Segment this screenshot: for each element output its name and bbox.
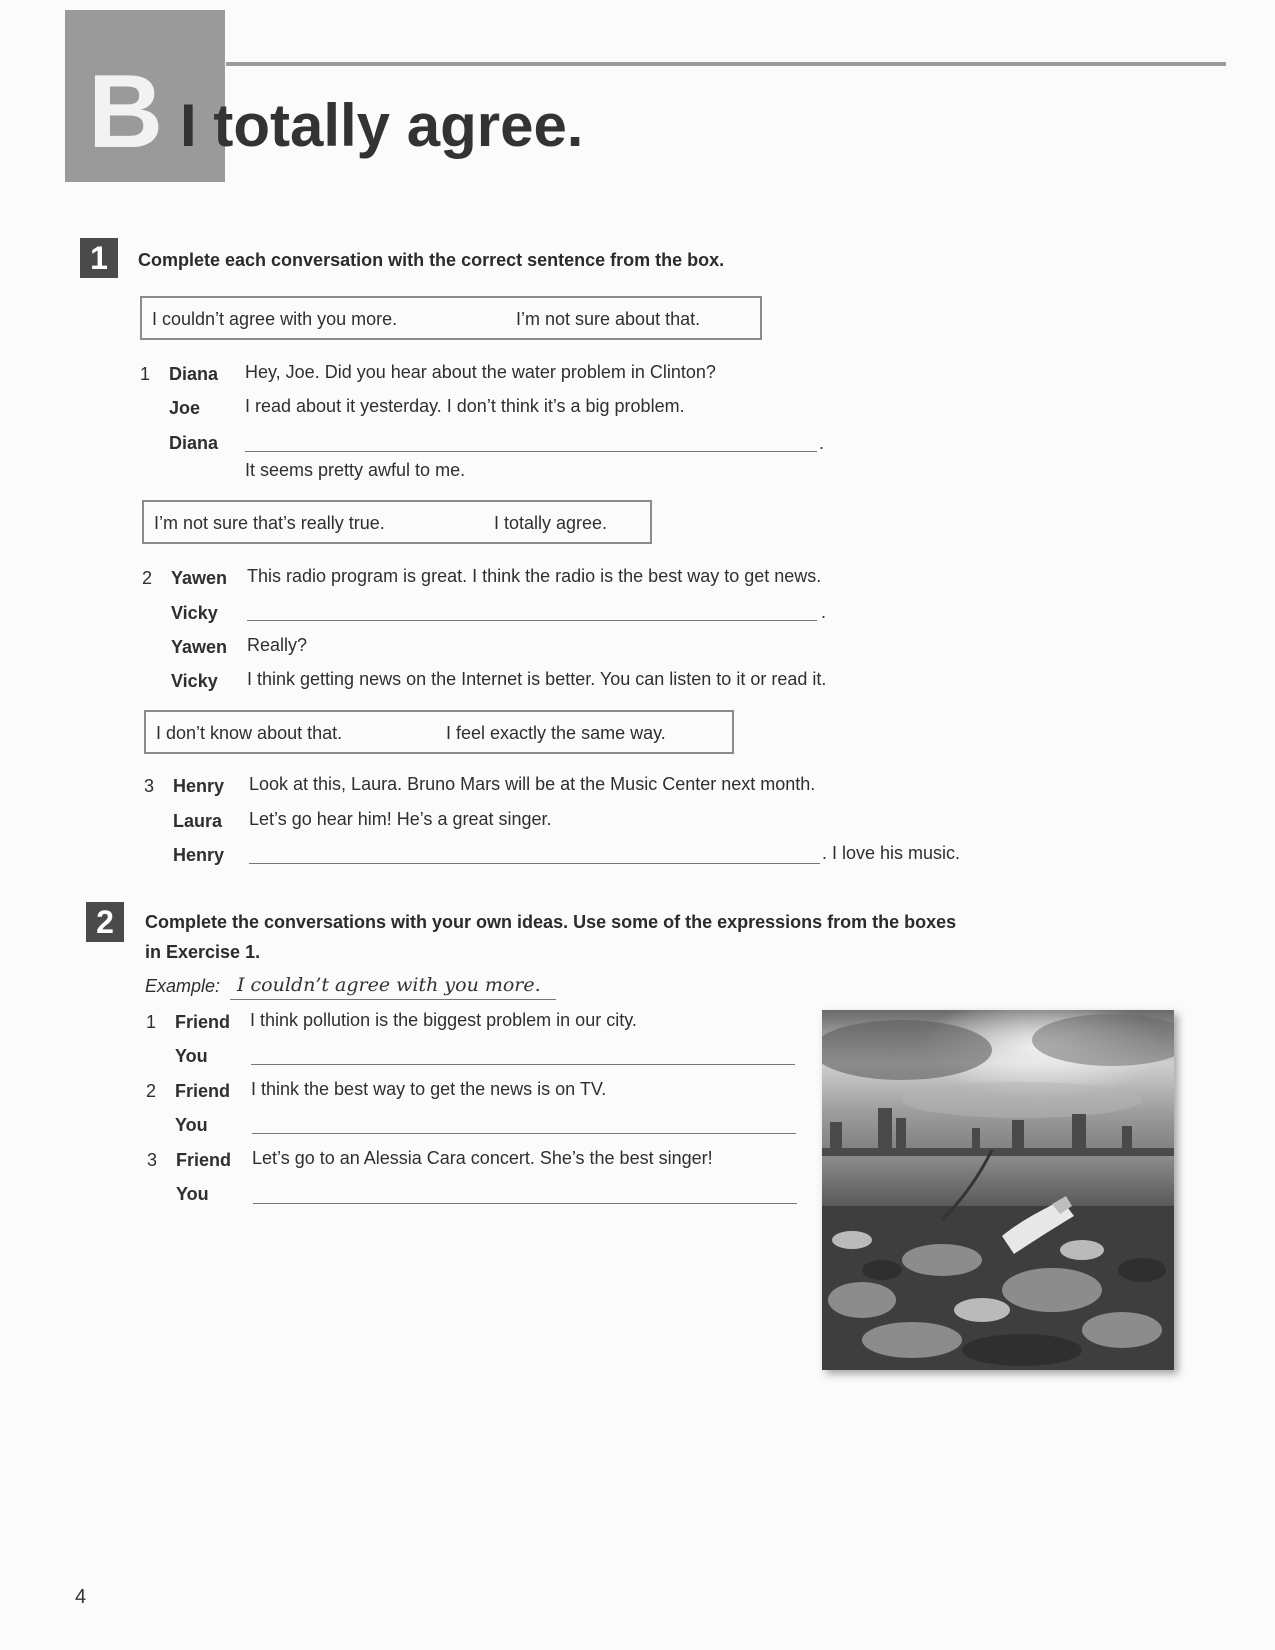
- example-answer: I couldn’t agree with you more.: [237, 974, 541, 996]
- dialogue-line: Let’s go hear him! He’s a great singer.: [249, 809, 552, 829]
- speaker-name: Yawen: [171, 637, 228, 657]
- conversation-number: 2: [142, 568, 153, 588]
- box-2-option-2: I totally agree.: [494, 513, 608, 533]
- dialogue-line: I think pollution is the biggest problem…: [250, 1010, 637, 1030]
- answer-blank[interactable]: [245, 451, 817, 452]
- speaker-name: Henry: [173, 845, 225, 865]
- word-box-1: I couldn’t agree with you more. I’m not …: [140, 296, 762, 340]
- box-3-option-1: I don’t know about that.: [156, 723, 343, 743]
- dialogue-line: I read about it yesterday. I don’t think…: [245, 396, 685, 416]
- answer-blank[interactable]: [249, 863, 820, 864]
- item-number: 2: [146, 1081, 157, 1101]
- conversation-number: 3: [144, 776, 155, 796]
- conversation-number: 1: [140, 364, 151, 384]
- unit-letter: B: [88, 54, 163, 170]
- speaker-name: Diana: [169, 364, 219, 384]
- item-number: 3: [147, 1150, 158, 1170]
- dialogue-line: Really?: [247, 635, 308, 655]
- exercise-2-instruction-cont: in Exercise 1.: [145, 942, 261, 962]
- blank-suffix: . I love his music.: [822, 843, 961, 863]
- speaker-name: Henry: [173, 776, 225, 796]
- dialogue-line: This radio program is great. I think the…: [247, 566, 822, 586]
- page-number: 4: [75, 1586, 87, 1608]
- example-label: Example:: [145, 976, 221, 996]
- dialogue-line: Let’s go to an Alessia Cara concert. She…: [252, 1148, 713, 1168]
- dialogue-line: I think getting news on the Internet is …: [247, 669, 827, 689]
- exercise-2-instruction: Complete the conversations with your own…: [145, 912, 957, 932]
- example-underline: [230, 999, 556, 1000]
- speaker-name: Vicky: [171, 671, 218, 691]
- blank-suffix: .: [819, 433, 825, 453]
- answer-blank[interactable]: [247, 620, 817, 621]
- box-2-option-1: I’m not sure that’s really true.: [154, 513, 385, 533]
- exercise-2-badge: 2: [86, 902, 124, 942]
- box-1-option-2: I’m not sure about that.: [516, 309, 701, 329]
- exercise-1-instruction: Complete each conversation with the corr…: [138, 250, 725, 270]
- title-rule: [226, 62, 1226, 66]
- speaker-name: Diana: [169, 433, 219, 453]
- dialogue-line: I think the best way to get the news is …: [251, 1079, 607, 1099]
- speaker-name: Laura: [173, 811, 223, 831]
- box-3-option-2: I feel exactly the same way.: [446, 723, 666, 743]
- dialogue-line: Look at this, Laura. Bruno Mars will be …: [249, 774, 816, 794]
- word-box-3: I don’t know about that. I feel exactly …: [144, 710, 734, 754]
- pollution-photo: [822, 1010, 1174, 1370]
- dialogue-line: Hey, Joe. Did you hear about the water p…: [245, 362, 716, 382]
- speaker-name: Yawen: [171, 568, 228, 588]
- blank-suffix: .: [821, 602, 827, 622]
- answer-blank[interactable]: [252, 1133, 796, 1134]
- word-box-2: I’m not sure that’s really true. I total…: [142, 500, 652, 544]
- lesson-title: I totally agree.: [180, 92, 584, 159]
- pollution-photo-graphic: [822, 1010, 1174, 1370]
- speaker-name: You: [176, 1184, 209, 1204]
- speaker-name: Vicky: [171, 603, 218, 623]
- exercise-1-badge: 1: [80, 238, 118, 278]
- item-number: 1: [146, 1012, 157, 1032]
- speaker-name: Joe: [169, 398, 201, 418]
- answer-blank[interactable]: [253, 1203, 797, 1204]
- speaker-name: You: [175, 1115, 208, 1135]
- speaker-name: You: [175, 1046, 208, 1066]
- speaker-name: Friend: [175, 1081, 231, 1101]
- speaker-name: Friend: [176, 1150, 232, 1170]
- answer-blank[interactable]: [251, 1064, 795, 1065]
- box-1-option-1: I couldn’t agree with you more.: [152, 309, 398, 329]
- speaker-name: Friend: [175, 1012, 231, 1032]
- dialogue-line: It seems pretty awful to me.: [245, 460, 466, 480]
